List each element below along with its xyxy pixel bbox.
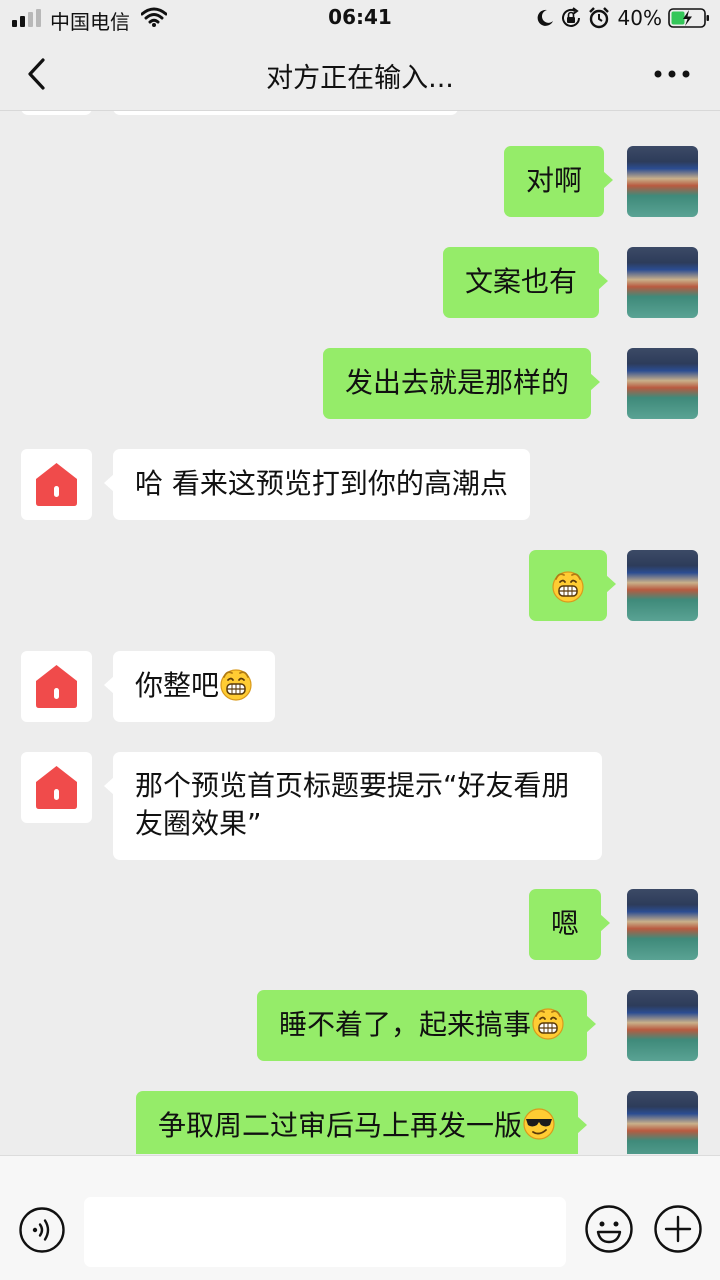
contact-avatar[interactable]	[21, 449, 92, 520]
battery-percent: 40%	[617, 6, 662, 30]
scrolled-bubble	[113, 111, 458, 115]
voice-icon[interactable]	[18, 1206, 66, 1254]
grin-emoji-icon	[219, 667, 253, 701]
emoji-icon[interactable]	[584, 1204, 634, 1254]
message-text: 哈 看来这预览打到你的高潮点	[135, 467, 508, 500]
message-bubble[interactable]: 那个预览首页标题要提示“好友看朋友圈效果”	[104, 752, 602, 860]
moon-icon	[537, 9, 553, 26]
message-bubble[interactable]: 发出去就是那样的	[323, 348, 601, 419]
grin-emoji-icon	[551, 569, 585, 603]
message-bubble[interactable]	[529, 550, 616, 621]
my-avatar[interactable]	[627, 1091, 698, 1154]
house-icon	[21, 752, 92, 823]
my-avatar[interactable]	[627, 146, 698, 217]
my-avatar[interactable]	[627, 348, 698, 419]
message-bubble[interactable]: 你整吧	[103, 651, 276, 722]
message-text: 睡不着了，起来搞事	[279, 1008, 532, 1041]
message-text: 对啊	[526, 164, 583, 197]
chat-screen: 中国电信 06:41 40% 对方正在输入... 对啊 文案也有 发出去就是那样…	[0, 0, 720, 1280]
my-avatar[interactable]	[627, 889, 698, 960]
house-icon	[21, 449, 92, 520]
scrolled-avatar	[21, 111, 92, 115]
more-icon[interactable]	[652, 60, 692, 88]
my-avatar[interactable]	[627, 550, 698, 621]
grin-emoji-icon	[531, 1006, 565, 1040]
nav-bar: 对方正在输入...	[0, 36, 720, 111]
orientation-lock-icon	[561, 7, 580, 27]
alarm-icon	[588, 7, 609, 29]
message-bubble[interactable]: 争取周二过审后马上再发一版	[136, 1091, 588, 1154]
input-bar	[0, 1155, 720, 1280]
message-bubble[interactable]: 哈 看来这预览打到你的高潮点	[104, 449, 530, 520]
my-avatar[interactable]	[627, 990, 698, 1061]
message-bubble[interactable]: 嗯	[529, 889, 611, 960]
message-text: 发出去就是那样的	[345, 366, 570, 399]
message-list[interactable]: 对啊 文案也有 发出去就是那样的 哈 看来这预览打到你的高潮点 你整吧 那个预览…	[0, 111, 720, 1154]
contact-avatar[interactable]	[21, 752, 92, 823]
message-text: 嗯	[551, 907, 580, 940]
message-bubble[interactable]: 对啊	[504, 146, 614, 217]
message-bubble[interactable]: 睡不着了，起来搞事	[257, 990, 597, 1061]
battery-charging-icon	[668, 8, 709, 28]
chat-title: 对方正在输入...	[266, 63, 454, 94]
message-input[interactable]	[84, 1197, 566, 1267]
my-avatar[interactable]	[627, 247, 698, 318]
message-bubble[interactable]: 文案也有	[443, 247, 609, 318]
message-text: 争取周二过审后马上再发一版	[158, 1109, 523, 1142]
cool-emoji-icon	[522, 1107, 556, 1141]
house-icon	[21, 651, 92, 722]
status-icons: 40%	[536, 5, 710, 31]
message-text: 文案也有	[465, 265, 578, 298]
message-text: 那个预览首页标题要提示“好友看朋友圈效果”	[135, 769, 570, 840]
plus-icon[interactable]	[653, 1204, 703, 1254]
status-bar: 中国电信 06:41 40%	[0, 0, 720, 36]
contact-avatar[interactable]	[21, 651, 92, 722]
message-text: 你整吧	[135, 669, 220, 702]
